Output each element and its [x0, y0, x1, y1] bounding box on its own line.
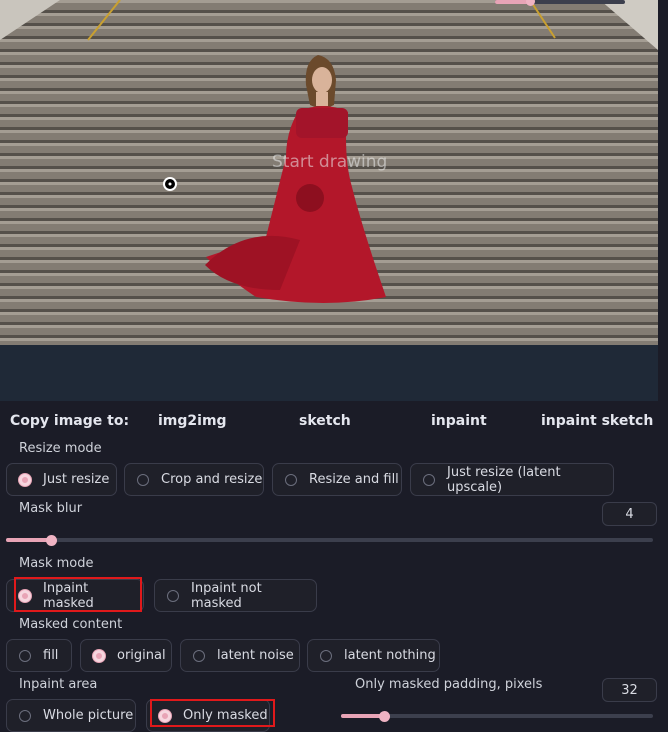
- padding-fill: [341, 714, 384, 718]
- masked-content-original[interactable]: original: [80, 639, 172, 672]
- radio-icon: [19, 649, 31, 662]
- masked-content-label: Masked content: [19, 617, 123, 632]
- padding-label: Only masked padding, pixels: [355, 677, 543, 692]
- masked-content-fill[interactable]: fill: [6, 639, 72, 672]
- highlight-box-inpaint-masked: [14, 577, 142, 612]
- radio-icon: [193, 649, 205, 662]
- resize-mode-crop-and-resize[interactable]: Crop and resize: [124, 463, 264, 496]
- radio-selected-icon: [19, 473, 31, 486]
- inpaint-canvas[interactable]: [0, 0, 658, 345]
- canvas-footer: [0, 345, 658, 401]
- resize-mode-resize-and-fill[interactable]: Resize and fill: [272, 463, 402, 496]
- masked-content-latent-noise[interactable]: latent noise: [180, 639, 300, 672]
- inpaint-area-label: Inpaint area: [19, 677, 98, 692]
- radio-icon: [167, 589, 179, 602]
- canvas-placeholder: Start drawing: [272, 152, 388, 172]
- brush-size-slider[interactable]: [495, 0, 625, 6]
- padding-thumb[interactable]: [379, 711, 390, 722]
- highlight-box-only-masked: [150, 699, 275, 727]
- resize-mode-just-resize[interactable]: Just resize: [6, 463, 117, 496]
- mask-mode-label: Mask mode: [19, 556, 94, 571]
- mask-blur-fill: [6, 538, 51, 542]
- radio-selected-icon: [93, 649, 105, 662]
- radio-icon: [320, 649, 332, 662]
- radio-icon: [19, 709, 31, 722]
- resize-mode-label: Resize mode: [19, 441, 102, 456]
- copy-image-label: Copy image to:: [10, 413, 130, 429]
- copy-to-sketch-button[interactable]: sketch: [299, 413, 351, 429]
- mask-blur-label: Mask blur: [19, 501, 83, 516]
- page-edge: [658, 0, 668, 727]
- radio-icon: [285, 473, 297, 486]
- radio-icon: [423, 473, 435, 486]
- mask-blur-track[interactable]: [6, 538, 653, 542]
- resize-mode-latent-upscale[interactable]: Just resize (latent upscale): [410, 463, 614, 496]
- inpaint-area-whole-picture[interactable]: Whole picture: [6, 699, 136, 732]
- masked-content-latent-nothing[interactable]: latent nothing: [307, 639, 440, 672]
- mask-blur-input[interactable]: 4: [602, 502, 657, 526]
- copy-to-inpaint-button[interactable]: inpaint: [431, 413, 487, 429]
- mask-mode-inpaint-not-masked[interactable]: Inpaint not masked: [154, 579, 317, 612]
- copy-to-img2img-button[interactable]: img2img: [158, 413, 227, 429]
- padding-input[interactable]: 32: [602, 678, 657, 702]
- radio-icon: [137, 473, 149, 486]
- copy-to-inpaint-sketch-button[interactable]: inpaint sketch: [541, 413, 653, 429]
- mask-blur-thumb[interactable]: [46, 535, 57, 546]
